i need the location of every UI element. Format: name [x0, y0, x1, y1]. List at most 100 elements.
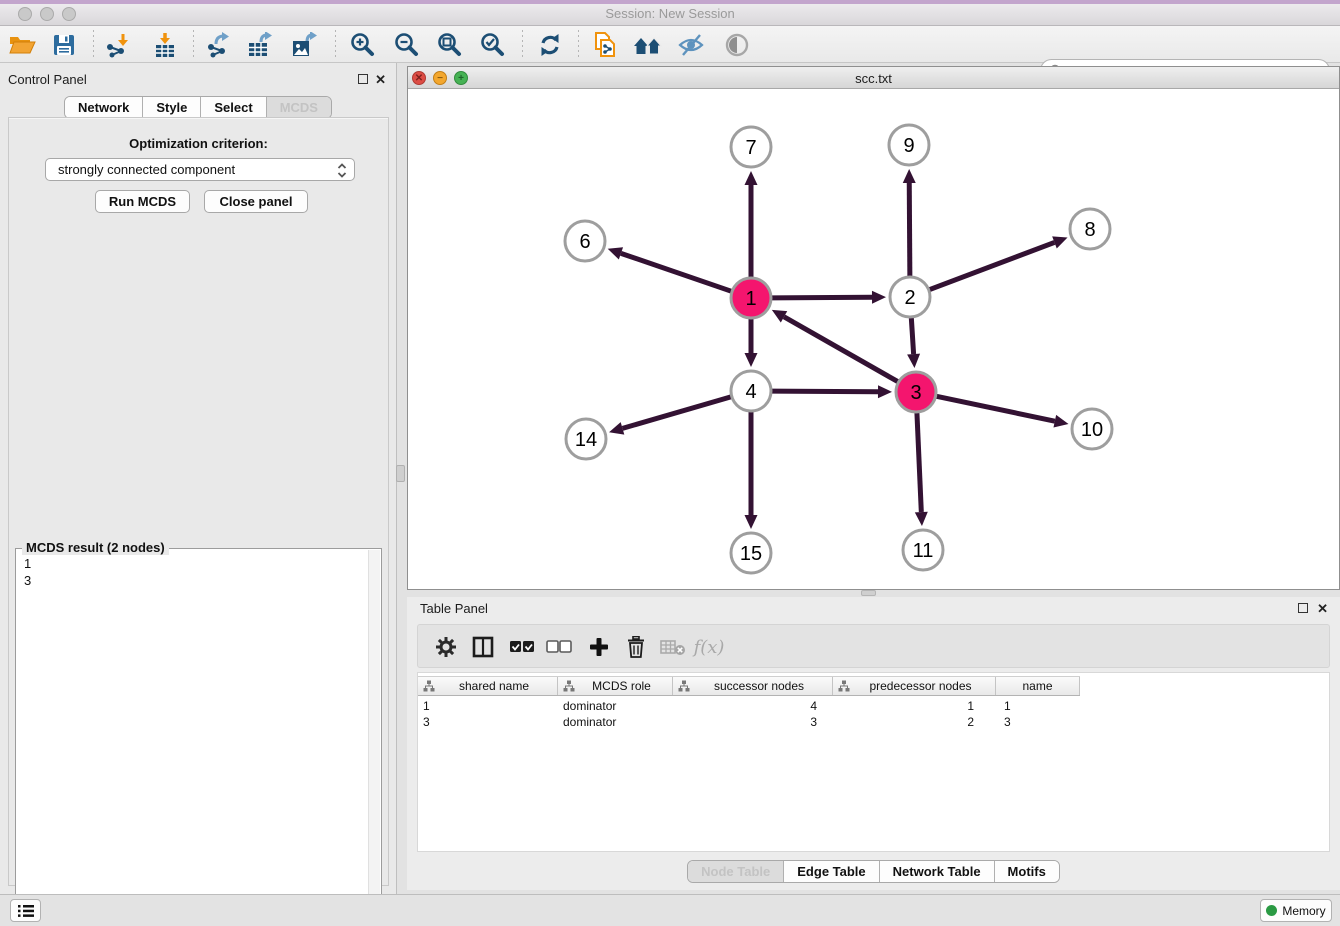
zoom-in-button[interactable]	[345, 29, 379, 61]
task-history-button[interactable]	[10, 899, 41, 922]
select-all-button[interactable]	[507, 632, 537, 662]
graph-node[interactable]: 6	[565, 221, 605, 261]
svg-text:9: 9	[903, 135, 914, 157]
tab-node-table[interactable]: Node Table	[688, 861, 784, 882]
graph-edge[interactable]	[745, 171, 758, 277]
cell-mcds-role: dominator	[558, 715, 673, 731]
import-table-icon	[152, 32, 178, 58]
delete-table-button[interactable]	[658, 632, 688, 662]
column-header-successor-nodes[interactable]: successor nodes	[673, 677, 833, 695]
export-table-icon	[247, 32, 275, 58]
columns-icon	[472, 636, 494, 658]
tab-network[interactable]: Network	[65, 97, 143, 118]
table-panel-close-icon[interactable]: ✕	[1317, 603, 1328, 615]
memory-label: Memory	[1282, 904, 1325, 918]
table-panel-float-icon[interactable]	[1298, 603, 1308, 613]
graph-edge[interactable]	[772, 291, 886, 304]
graph-edge[interactable]	[772, 310, 898, 382]
zoom-selected-button[interactable]	[475, 29, 509, 61]
graph-edge[interactable]	[915, 413, 928, 526]
column-header-shared-name[interactable]: shared name	[418, 677, 558, 695]
graph-node[interactable]: 14	[566, 419, 606, 459]
deselect-all-button[interactable]	[544, 632, 574, 662]
zoom-out-button[interactable]	[389, 29, 423, 61]
graph-edge[interactable]	[745, 319, 758, 367]
export-table-button[interactable]	[244, 29, 278, 61]
column-settings-button[interactable]	[431, 632, 461, 662]
home-button[interactable]	[631, 29, 665, 61]
export-image-button[interactable]	[288, 29, 322, 61]
tab-select[interactable]: Select	[201, 97, 266, 118]
mcds-result-title: MCDS result (2 nodes)	[22, 540, 169, 555]
zoom-fit-button[interactable]	[432, 29, 466, 61]
show-columns-button[interactable]	[468, 632, 498, 662]
function-builder-button[interactable]: f(x)	[694, 632, 724, 662]
table-row[interactable]: 3 dominator 3 2 3	[418, 715, 1080, 731]
refresh-layout-button[interactable]	[533, 29, 567, 61]
graph-edge[interactable]	[903, 169, 916, 276]
run-mcds-button[interactable]: Run MCDS	[95, 190, 190, 213]
tab-motifs[interactable]: Motifs	[995, 861, 1059, 882]
close-panel-button[interactable]: Close panel	[204, 190, 308, 213]
graph-node[interactable]: 1	[731, 278, 771, 318]
graph-edge[interactable]	[907, 318, 920, 368]
graph-node[interactable]: 8	[1070, 209, 1110, 249]
eye-icon	[724, 32, 750, 58]
graph-edge[interactable]	[772, 385, 892, 398]
mcds-panel: Optimization criterion: strongly connect…	[8, 117, 389, 886]
graph-node[interactable]: 15	[731, 533, 771, 573]
svg-text:3: 3	[910, 382, 921, 404]
tab-style[interactable]: Style	[143, 97, 201, 118]
horizontal-splitter-handle[interactable]	[861, 590, 876, 596]
tab-mcds[interactable]: MCDS	[267, 97, 331, 118]
graph-edge[interactable]	[609, 397, 731, 435]
optimization-criterion-select[interactable]: strongly connected component	[45, 158, 355, 181]
titlebar-accent	[0, 0, 1340, 4]
control-panel-close-icon[interactable]: ✕	[375, 74, 386, 86]
column-header-name[interactable]: name	[996, 677, 1080, 695]
export-network-button[interactable]	[202, 29, 236, 61]
clone-network-icon	[592, 31, 618, 59]
result-scrollbar[interactable]	[368, 550, 380, 924]
svg-text:7: 7	[745, 137, 756, 159]
memory-button[interactable]: Memory	[1260, 899, 1332, 922]
network-graph[interactable]: 7 9 6 8 1 2 4 3 14 10 15 11	[408, 89, 1339, 589]
tab-edge-table[interactable]: Edge Table	[784, 861, 879, 882]
graph-node[interactable]: 9	[889, 125, 929, 165]
hide-graphics-button[interactable]	[674, 29, 708, 61]
open-session-button[interactable]	[5, 29, 39, 61]
import-network-button[interactable]	[101, 29, 135, 61]
control-panel: Control Panel ✕ Network Style Select MCD…	[0, 63, 397, 894]
mcds-result-line: 3	[16, 572, 381, 589]
graph-node[interactable]: 7	[731, 127, 771, 167]
graph-node[interactable]: 11	[903, 530, 943, 570]
table-row[interactable]: 1 dominator 4 1 1	[418, 699, 1080, 715]
graph-node[interactable]: 10	[1072, 409, 1112, 449]
tab-network-table[interactable]: Network Table	[880, 861, 995, 882]
cell-mcds-role: dominator	[558, 699, 673, 715]
control-panel-float-icon[interactable]	[358, 74, 368, 84]
column-header-mcds-role[interactable]: MCDS role	[558, 677, 673, 695]
column-type-icon	[423, 680, 435, 692]
graph-edge[interactable]	[745, 412, 758, 529]
cell-shared-name: 1	[418, 699, 558, 715]
clone-network-button[interactable]	[588, 29, 622, 61]
delete-row-button[interactable]	[621, 632, 651, 662]
column-type-icon	[838, 680, 850, 692]
graph-edge[interactable]	[937, 396, 1069, 427]
table-panel-title: Table Panel	[420, 601, 488, 616]
graph-edge[interactable]	[930, 236, 1068, 289]
import-table-button[interactable]	[148, 29, 182, 61]
graph-edge[interactable]	[608, 247, 731, 291]
add-row-button[interactable]	[584, 632, 614, 662]
graph-node[interactable]: 4	[731, 371, 771, 411]
svg-text:15: 15	[740, 543, 762, 565]
column-header-predecessor-nodes[interactable]: predecessor nodes	[833, 677, 996, 695]
toolbar-separator	[93, 30, 94, 58]
plus-icon	[589, 637, 609, 657]
graph-node[interactable]: 3	[896, 372, 936, 412]
show-graphics-button[interactable]	[720, 29, 754, 61]
vertical-splitter-handle[interactable]	[396, 465, 405, 482]
save-session-button[interactable]	[47, 29, 81, 61]
graph-node[interactable]: 2	[890, 277, 930, 317]
